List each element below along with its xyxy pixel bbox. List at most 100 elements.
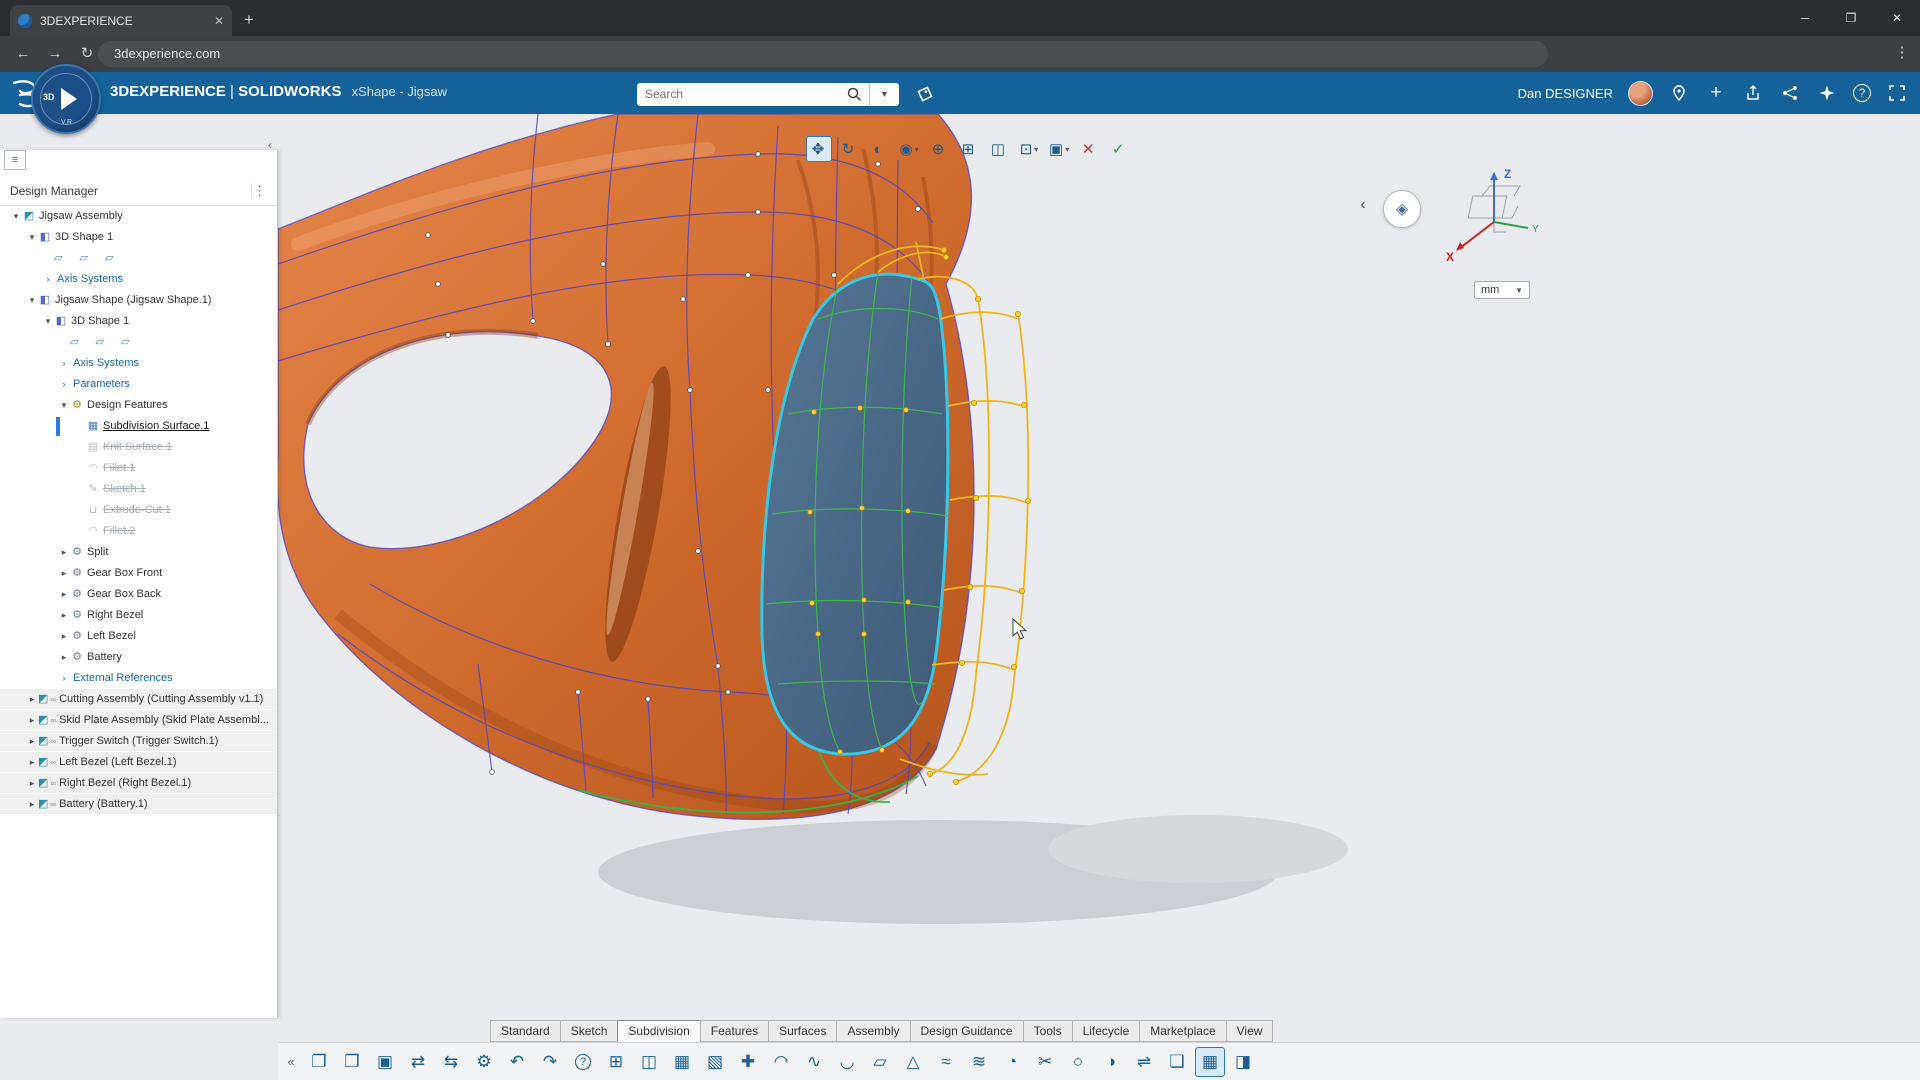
- tree-item-reference-planes[interactable]: [0, 248, 277, 269]
- tab[interactable]: Sketch: [560, 1020, 619, 1042]
- expand-arrow-icon[interactable]: ▸: [58, 626, 70, 647]
- tree-item-axis-systems[interactable]: › Axis Systems: [0, 269, 277, 290]
- back-button[interactable]: ←: [12, 43, 34, 65]
- network-share-icon[interactable]: [1779, 82, 1801, 104]
- action-tool-settings[interactable]: ⚙: [469, 1047, 499, 1077]
- view-compass-button[interactable]: ◈: [1383, 190, 1421, 228]
- viewport-tool-remove-feature[interactable]: ✕: [1076, 136, 1102, 162]
- units-dropdown[interactable]: mm ▼: [1474, 281, 1530, 299]
- tab[interactable]: Standard: [490, 1020, 561, 1042]
- maximize-button[interactable]: ❐: [1828, 0, 1874, 36]
- action-tool-shell[interactable]: ◔: [997, 1047, 1027, 1077]
- expand-arrow-icon[interactable]: ▸: [26, 689, 38, 710]
- tab[interactable]: View: [1226, 1020, 1274, 1042]
- expand-arrow-icon[interactable]: ▸: [58, 542, 70, 563]
- expand-arrow-icon[interactable]: ›: [58, 668, 70, 689]
- expand-arrow-icon[interactable]: ▾: [26, 290, 38, 311]
- action-tool-save[interactable]: ▣: [370, 1047, 400, 1077]
- browser-menu-button[interactable]: ⋮: [1892, 43, 1912, 61]
- viewport-tool-section-view[interactable]: ◫: [986, 136, 1012, 162]
- action-tool-surface-patch[interactable]: ◡: [832, 1047, 862, 1077]
- action-tool-thicken[interactable]: ◑: [1096, 1047, 1126, 1077]
- tree-item-fillet-1[interactable]: Fillet.1: [0, 458, 277, 479]
- tab[interactable]: Tools: [1023, 1020, 1073, 1042]
- tree-item-3d-shape-1[interactable]: ▾ 3D Shape 1: [0, 227, 277, 248]
- tree-item-3d-shape-1-inner[interactable]: ▾ 3D Shape 1: [0, 311, 277, 332]
- tree-item-sketch-1[interactable]: Sketch.1: [0, 479, 277, 500]
- tag-icon[interactable]: [913, 82, 937, 106]
- search-scope-dropdown[interactable]: ▼: [869, 83, 899, 106]
- expand-arrow-icon[interactable]: ▸: [26, 794, 38, 815]
- tree-item-extrude-cut-1[interactable]: Extrude-Cut.1: [0, 500, 277, 521]
- viewport-tool-grid-snap[interactable]: ⊞: [956, 136, 982, 162]
- expand-arrow-icon[interactable]: ▸: [58, 584, 70, 605]
- expand-arrow-icon[interactable]: ›: [58, 374, 70, 395]
- tree-item-left-bezel-instance[interactable]: ▸ Left Bezel (Left Bezel.1): [0, 752, 277, 773]
- viewport-tool-shaded-mode[interactable]: ◐: [866, 136, 892, 162]
- expand-arrow-icon[interactable]: ▾: [26, 227, 38, 248]
- viewport-tool-display-style[interactable]: ◉▾: [896, 136, 922, 162]
- help-icon[interactable]: ?: [1853, 84, 1871, 102]
- action-tool-refresh-sync[interactable]: ⇄: [403, 1047, 433, 1077]
- pin-icon[interactable]: [1668, 82, 1690, 104]
- tree-item-design-features[interactable]: ▾ Design Features: [0, 395, 277, 416]
- action-tool-convert-geometry[interactable]: ◨: [1228, 1047, 1258, 1077]
- add-content-icon[interactable]: +: [1705, 82, 1727, 104]
- viewport-tool-selection-set[interactable]: ⊡▾: [1016, 136, 1042, 162]
- previous-view-button[interactable]: ‹: [1352, 194, 1374, 216]
- tab[interactable]: Assembly: [836, 1020, 910, 1042]
- tree-display-toggle[interactable]: ≡: [4, 150, 26, 170]
- close-window-button[interactable]: ✕: [1874, 0, 1920, 36]
- tree-item-left-bezel[interactable]: ▸ Left Bezel: [0, 626, 277, 647]
- tree-item-gear-box-back[interactable]: ▸ Gear Box Back: [0, 584, 277, 605]
- expand-arrow-icon[interactable]: ▾: [58, 395, 70, 416]
- action-tool-undo[interactable]: ↶: [502, 1047, 532, 1077]
- tree-item-jigsaw-shape[interactable]: ▾ Jigsaw Shape (Jigsaw Shape.1): [0, 290, 277, 311]
- tree-item-trigger-switch[interactable]: ▸ Trigger Switch (Trigger Switch.1): [0, 731, 277, 752]
- action-tool-export-view[interactable]: ▧: [700, 1047, 730, 1077]
- avatar[interactable]: [1628, 81, 1653, 106]
- tree-item-subdivision-surface-1[interactable]: Subdivision Surface.1: [0, 416, 277, 437]
- tree-item-parameters[interactable]: › Parameters: [0, 374, 277, 395]
- tab[interactable]: Features: [700, 1020, 769, 1042]
- viewport-tool-select-navigate-tool[interactable]: ✥: [806, 136, 832, 162]
- expand-arrow-icon[interactable]: ›: [42, 269, 54, 290]
- action-tool-surface-arc[interactable]: ◠: [766, 1047, 796, 1077]
- 3dexperience-compass-logo[interactable]: 3D V,R: [31, 64, 101, 134]
- tree-item-jigsaw-assembly[interactable]: ▾ Jigsaw Assembly: [0, 206, 277, 227]
- action-bar-collapse-icon[interactable]: «: [282, 1054, 300, 1069]
- tree-item-reference-planes-inner[interactable]: [0, 332, 277, 353]
- tree-item-right-bezel[interactable]: ▸ Right Bezel: [0, 605, 277, 626]
- minimize-button[interactable]: ─: [1782, 0, 1828, 36]
- tree-item-skid-plate-assembly[interactable]: ▸ Skid Plate Assembly (Skid Plate Assemb…: [0, 710, 277, 731]
- viewport-tool-refresh-view[interactable]: ↻: [836, 136, 862, 162]
- reload-button[interactable]: ↻: [76, 43, 98, 65]
- expand-arrow-icon[interactable]: ▾: [10, 206, 22, 227]
- expand-arrow-icon[interactable]: ▸: [26, 773, 38, 794]
- expand-arrow-icon[interactable]: ▸: [58, 647, 70, 668]
- action-tool-mirror[interactable]: ⇌: [1129, 1047, 1159, 1077]
- action-tool-loft[interactable]: ≋: [964, 1047, 994, 1077]
- expand-arrow-icon[interactable]: ▸: [58, 563, 70, 584]
- tree-item-knit-surface-1[interactable]: Knit Surface.1: [0, 437, 277, 458]
- share-icon[interactable]: [1742, 82, 1764, 104]
- tree-item-battery[interactable]: ▸ Battery: [0, 647, 277, 668]
- tree-item-cutting-assembly[interactable]: ▸ Cutting Assembly (Cutting Assembly v1.…: [0, 689, 277, 710]
- assistant-icon[interactable]: [1816, 82, 1838, 104]
- tree-item-axis-systems-inner[interactable]: › Axis Systems: [0, 353, 277, 374]
- action-tool-primitive-box[interactable]: ◫: [634, 1047, 664, 1077]
- tab[interactable]: Marketplace: [1139, 1020, 1226, 1042]
- tab[interactable]: Design Guidance: [910, 1020, 1024, 1042]
- action-tool-datum-point[interactable]: ✚: [733, 1047, 763, 1077]
- address-bar[interactable]: 3dexperience.com: [98, 41, 1548, 67]
- tab[interactable]: Surfaces: [768, 1020, 837, 1042]
- action-tool-help[interactable]: ?: [568, 1047, 598, 1077]
- action-tool-zigzag-spline[interactable]: ≈: [931, 1047, 961, 1077]
- search-input[interactable]: [637, 87, 845, 101]
- expand-arrow-icon[interactable]: ▾: [42, 311, 54, 332]
- 3d-canvas[interactable]: [278, 114, 1920, 1042]
- expand-arrow-icon[interactable]: ▸: [58, 605, 70, 626]
- tree-item-right-bezel-instance[interactable]: ▸ Right Bezel (Right Bezel.1): [0, 773, 277, 794]
- action-tool-bom-table[interactable]: ▦: [667, 1047, 697, 1077]
- action-tool-copy-content[interactable]: ❐: [304, 1047, 334, 1077]
